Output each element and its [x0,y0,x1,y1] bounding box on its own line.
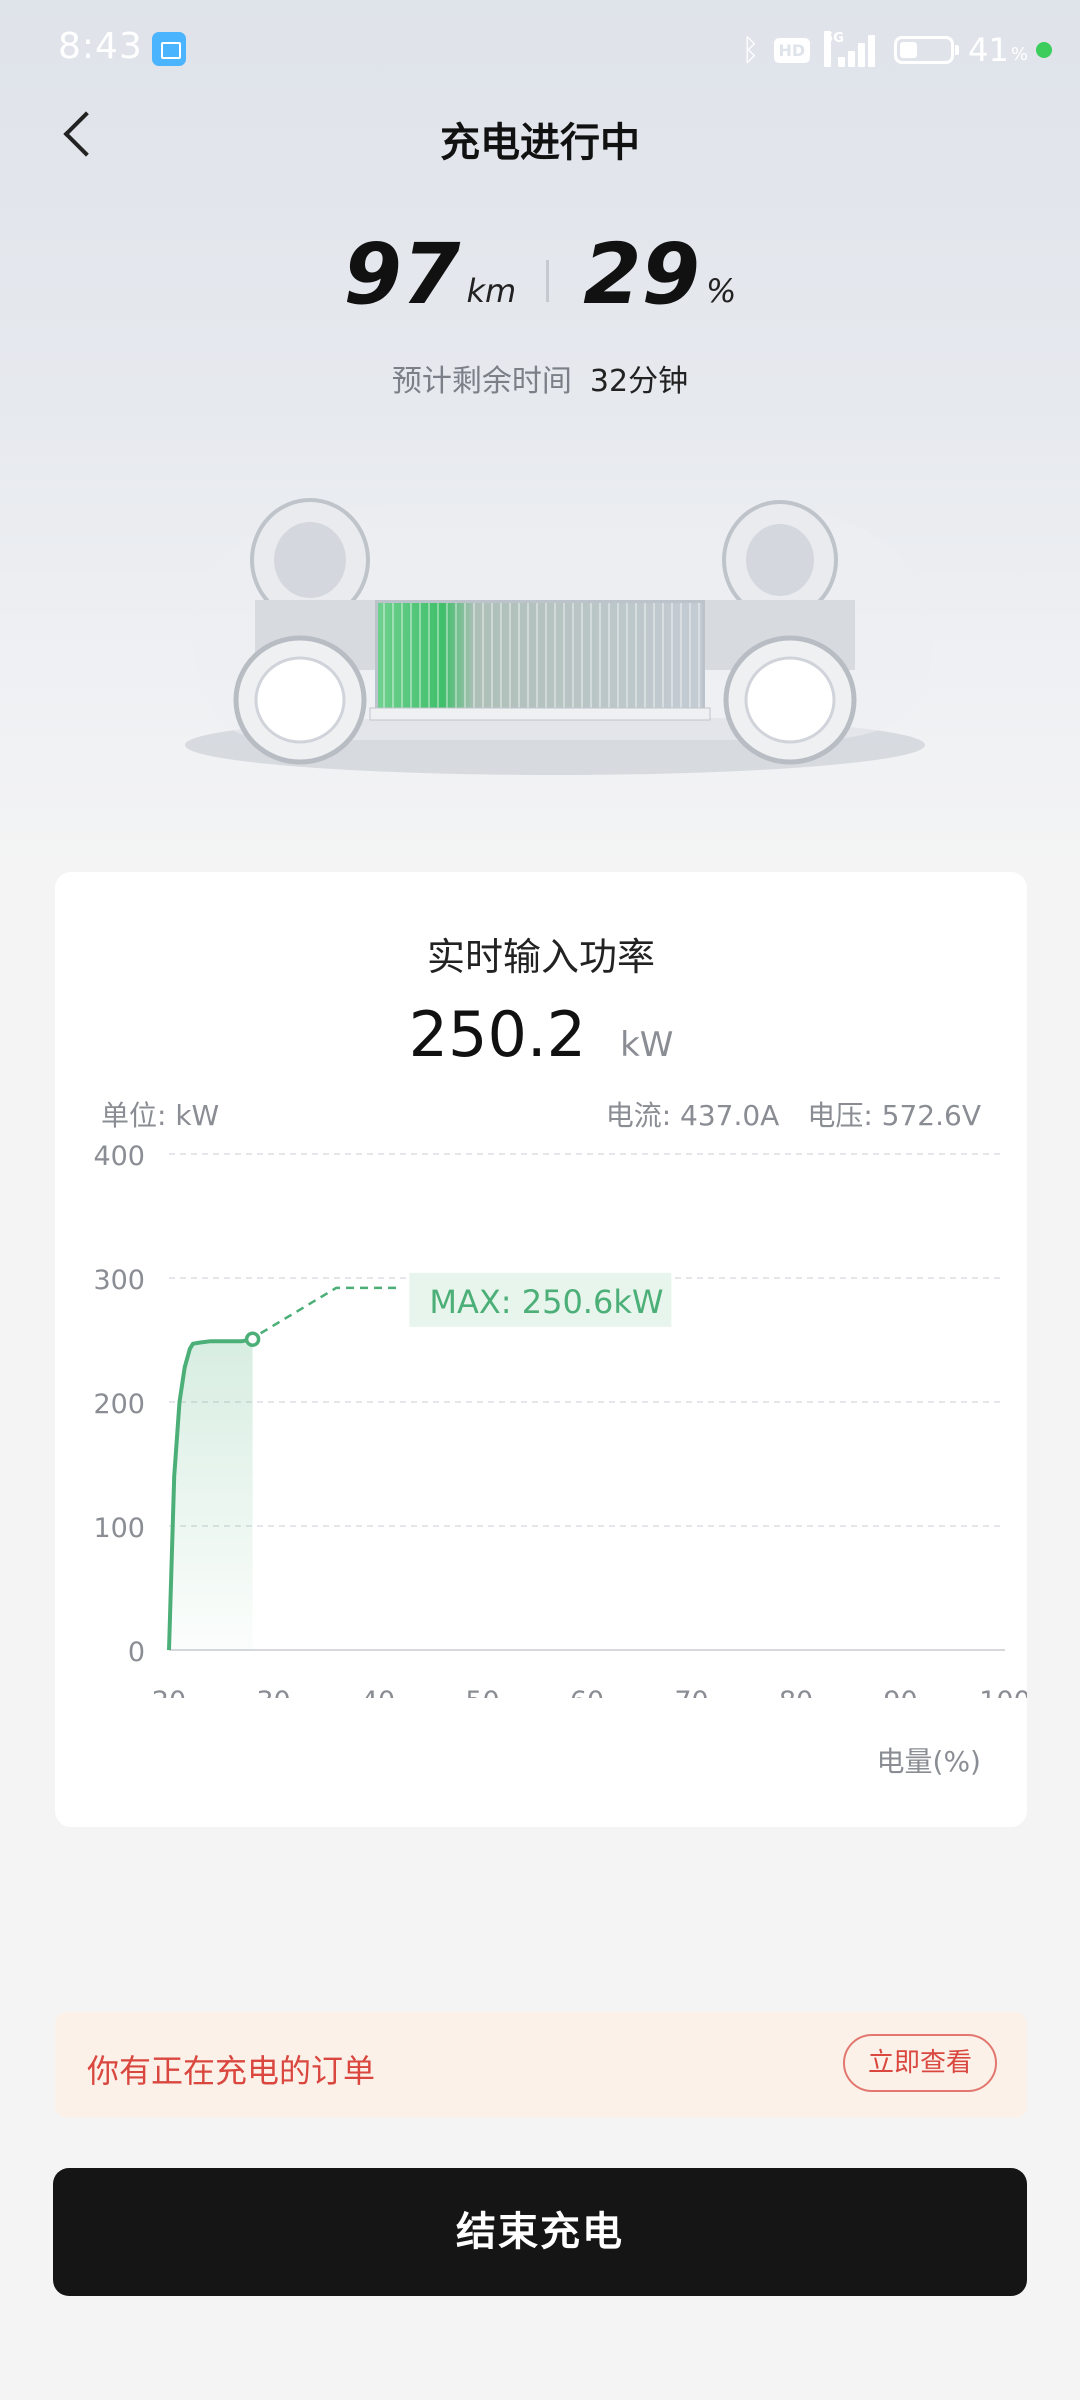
x-tick-label: 100 [979,1686,1027,1698]
x-tick-label: 60 [570,1686,604,1698]
power-unit: kW [620,1025,674,1065]
y-tick-label: 100 [93,1513,145,1544]
hd-icon: HD [773,37,811,63]
max-annotation: MAX: 250.6kW [429,1283,663,1321]
x-tick-label: 80 [779,1686,813,1698]
calendar-app-icon [152,32,186,66]
current-point-marker [244,1331,261,1348]
signal-icon: 5G [824,31,880,67]
front-wheel-left [233,635,367,765]
range-unit: km [466,272,517,310]
active-indicator-dot [1036,42,1052,58]
y-tick-label: 400 [93,1141,145,1172]
front-wheel-right [723,635,857,765]
x-axis-label: 电量(%) [876,1745,981,1778]
y-tick-label: 0 [128,1637,145,1668]
charging-order-notice: 你有正在充电的订单 立即查看 [55,2012,1027,2118]
notice-text: 你有正在充电的订单 [87,2052,376,2090]
page-title: 充电进行中 [440,120,640,166]
x-tick-label: 50 [465,1686,499,1698]
soc-unit: % [706,272,737,310]
power-chart: 0 100 200 300 400 20 30 40 50 60 70 80 90 100 MAX: 2… [93,1141,1027,1698]
battery-pack [369,603,711,721]
status-bar: 8:43 ᛒ HD 5G 41 % [0,0,1080,100]
charge-stats: 97 km 29 % [0,232,1080,316]
power-value: 250.2 [408,998,587,1071]
y-tick-label: 200 [93,1389,145,1420]
eta-label: 预计剩余时间 [391,364,572,399]
stats-divider [546,260,550,302]
power-card: 实时输入功率 250.2 kW 单位: kW 电流: 437.0A 电压: 572.… [55,872,1027,1827]
car-chassis-illustration [185,498,932,775]
max-leader-line [259,1286,400,1335]
x-tick-label: 90 [883,1686,917,1698]
soc-value: 29 [583,225,701,323]
x-tick-label: 40 [361,1686,395,1698]
end-charging-button[interactable]: 结束充电 [53,2168,1027,2296]
battery-level: 41 [968,31,1009,69]
power-readout: 250.2 kW [55,998,1027,1071]
battery-unit: % [1010,43,1028,65]
battery-icon [894,36,960,64]
eta-value: 32分钟 [589,364,689,399]
y-tick-label: 300 [93,1265,145,1296]
network-type: 5G [824,31,844,67]
range-value: 97 [343,225,461,323]
x-tick-label: 30 [256,1686,290,1698]
x-tick-label: 20 [152,1686,186,1698]
power-card-title: 实时输入功率 [426,935,655,979]
eta-row: 预计剩余时间 32分钟 [0,356,1080,400]
bluetooth-icon: ᛒ [741,32,760,68]
x-tick-label: 70 [674,1686,708,1698]
status-time: 8:43 [58,26,143,67]
view-now-button[interactable]: 立即查看 [843,2034,997,2092]
